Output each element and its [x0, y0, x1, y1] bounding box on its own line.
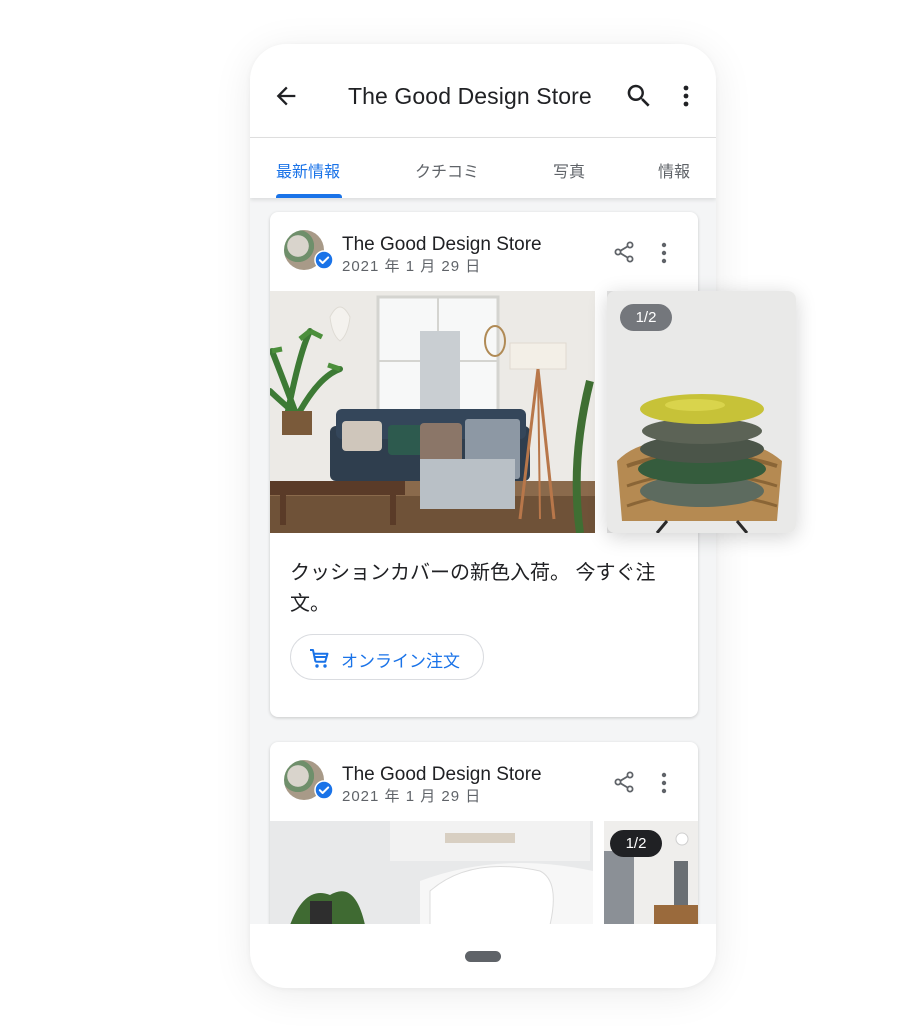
share-icon[interactable]: [612, 240, 636, 264]
more-vert-icon[interactable]: [654, 770, 674, 796]
post-date: 2021 年 1 月 29 日: [342, 788, 482, 805]
order-online-button[interactable]: オンライン注文: [290, 634, 484, 680]
search-icon[interactable]: [624, 81, 654, 111]
store-name: The Good Design Store: [342, 764, 542, 785]
order-online-label: オンライン注文: [341, 652, 460, 671]
post-text: クッションカバーの新色入荷。 今すぐ注文。: [290, 562, 656, 615]
share-icon[interactable]: [612, 770, 636, 794]
photo-counter-badge: 1/2: [620, 304, 672, 331]
post-date: 2021 年 1 月 29 日: [342, 258, 482, 275]
tab-reviews[interactable]: クチコミ: [415, 158, 479, 182]
home-indicator[interactable]: [465, 951, 501, 962]
shopping-cart-icon: [310, 649, 329, 668]
app-bar: The Good Design Store: [250, 44, 716, 138]
arrow-back-icon[interactable]: [272, 82, 300, 110]
tab-updates[interactable]: 最新情報: [276, 158, 340, 182]
post-card[interactable]: The Good Design Store 2021 年 1 月 29 日: [270, 742, 698, 942]
active-tab-indicator: [276, 194, 342, 198]
post-photo-bedroom[interactable]: [270, 821, 593, 925]
more-vert-icon[interactable]: [654, 240, 674, 266]
verified-badge-icon: [314, 780, 334, 800]
page-title: The Good Design Store: [348, 83, 592, 109]
tab-bar: 最新情報 クチコミ 写真 情報: [250, 138, 716, 198]
verified-badge-icon: [314, 250, 334, 270]
store-name: The Good Design Store: [342, 234, 542, 255]
post-photo-living-room[interactable]: [270, 291, 595, 533]
tab-photos[interactable]: 写真: [553, 158, 585, 182]
floating-post-photo[interactable]: 1/2: [607, 291, 796, 533]
more-vert-icon[interactable]: [674, 81, 698, 111]
tab-info[interactable]: 情報: [658, 158, 690, 182]
photo-counter-badge: 1/2: [610, 830, 662, 857]
